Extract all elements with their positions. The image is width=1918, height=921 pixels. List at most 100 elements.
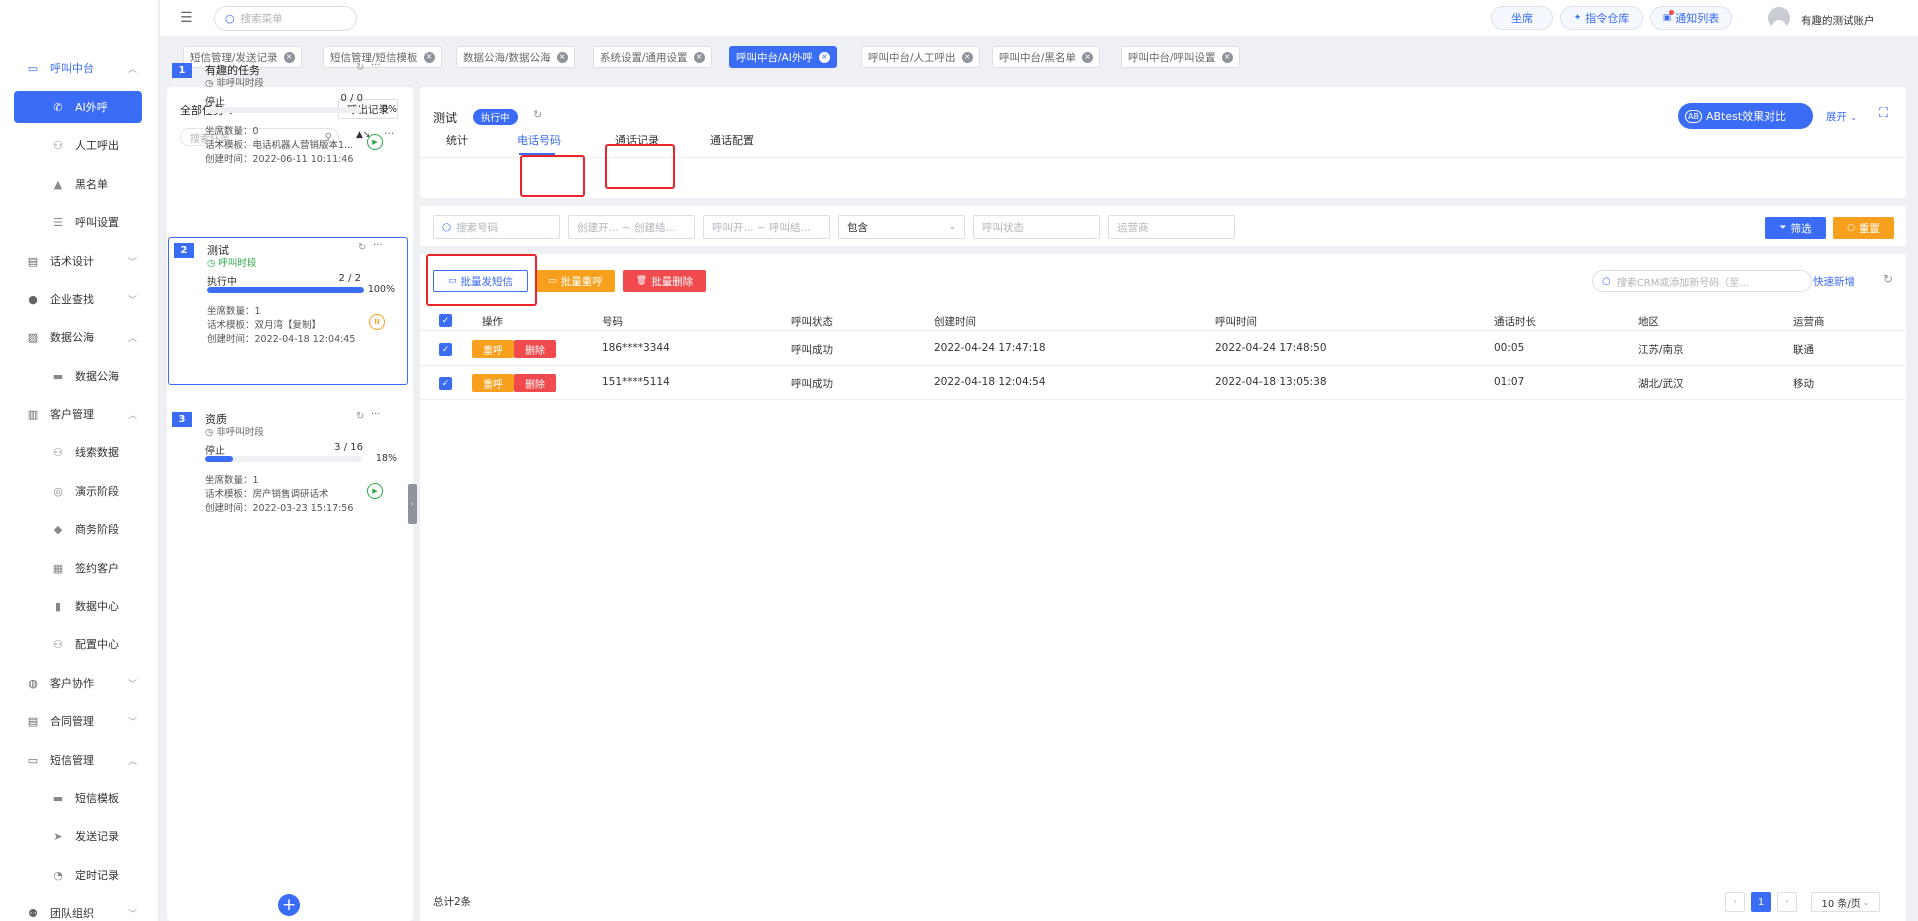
sidebar-item-16[interactable]: ◍ 客户协作 ﹀ — [0, 668, 159, 698]
delete-button[interactable]: 删除 — [514, 340, 556, 358]
sidebar-item-5[interactable]: ▤ 话术设计 ﹀ — [0, 246, 159, 276]
close-icon[interactable]: × — [961, 51, 973, 63]
recall-button[interactable]: 重呼 — [472, 374, 514, 392]
sidebar-item-2[interactable]: ⚇ 人工呼出 — [0, 130, 159, 160]
monitor-icon: ▭ — [27, 61, 39, 75]
search-number-input[interactable]: ○ 搜索号码 — [433, 215, 560, 239]
call-time-range[interactable]: 呼叫开... ~ 呼叫结... — [703, 215, 830, 239]
row-checkbox[interactable]: ✓ — [439, 377, 452, 390]
tab-4[interactable]: 呼叫中台/AI外呼 × — [729, 46, 837, 68]
sidebar-item-label: 黑名单 — [75, 178, 108, 191]
more-icon[interactable]: ··· — [371, 60, 381, 71]
close-icon[interactable]: × — [693, 51, 705, 63]
seat-button[interactable]: 坐席 — [1491, 6, 1553, 30]
tab-2[interactable]: 数据公海/数据公海 × — [456, 46, 575, 68]
row-checkbox[interactable]: ✓ — [439, 343, 452, 356]
task-card[interactable]: 2 测试 ◷ 呼叫时段 ↻ ··· 执行中 2 / 2 100% 坐席数量：1 话术模板：双月湾【… — [168, 237, 408, 385]
sidebar-item-18[interactable]: ▭ 短信管理 ︿ — [0, 745, 159, 775]
fullscreen-icon[interactable]: ⛶ — [1879, 106, 1888, 121]
play-icon[interactable]: ▶ — [367, 483, 383, 499]
tab-3[interactable]: 系统设置/通用设置 × — [593, 46, 712, 68]
id-card-icon: ▥ — [27, 407, 39, 421]
close-icon[interactable]: × — [818, 51, 830, 63]
refresh-icon[interactable]: ↻ — [533, 108, 542, 121]
sidebar-item-0[interactable]: ▭ 呼叫中台 ︿ — [0, 53, 159, 83]
sidebar-item-13[interactable]: ▦ 签约客户 — [0, 553, 159, 583]
sidebar-item-9[interactable]: ▥ 客户管理 ︿ — [0, 399, 159, 429]
more-icon[interactable]: ··· — [371, 409, 381, 420]
number-table-panel: ▭ 批量发短信 ▭ 批量重呼 🗑 批量删除 ○ 搜索CRM或添加新号码（至...… — [420, 254, 1906, 921]
task-status: 停止 — [205, 446, 225, 457]
refresh-icon[interactable]: ↻ — [356, 411, 364, 422]
task-card[interactable]: 1 有趣的任务 ◷ 非呼叫时段 ↻ ··· 停止 0 / 0 0% 坐席数量：0 话术模板：电话机… — [167, 57, 409, 205]
tab-7[interactable]: 呼叫中台/呼叫设置 × — [1121, 46, 1240, 68]
refresh-icon[interactable]: ↻ — [358, 242, 366, 253]
tab-statistics[interactable]: 统计 — [446, 132, 468, 148]
sidebar-item-label: 数据中心 — [75, 600, 119, 613]
tab-phone-numbers[interactable]: 电话号码 — [517, 132, 561, 148]
sidebar-item-label: 演示阶段 — [75, 485, 119, 498]
notice-list-button[interactable]: ▣ 通知列表 — [1650, 6, 1732, 30]
reset-button[interactable]: ○ 重置 — [1833, 217, 1894, 239]
avatar[interactable] — [1768, 7, 1790, 29]
select-all-checkbox[interactable]: ✓ — [439, 314, 452, 327]
tab-5[interactable]: 呼叫中台/人工呼出 × — [861, 46, 980, 68]
column-header[interactable]: 创建时间 — [934, 314, 976, 329]
command-lib-button[interactable]: ✦ 指令仓库 — [1560, 6, 1643, 30]
close-icon[interactable]: × — [423, 51, 435, 63]
filter-button[interactable]: ⏷ 筛选 — [1765, 217, 1826, 239]
sidebar-item-20[interactable]: ➤ 发送记录 — [0, 821, 159, 851]
sidebar-item-15[interactable]: ⚇ 配置中心 — [0, 629, 159, 659]
refresh-icon[interactable]: ↻ — [356, 62, 364, 73]
close-icon[interactable]: × — [556, 51, 568, 63]
sidebar-item-6[interactable]: ● 企业查找 ﹀ — [0, 284, 159, 314]
sidebar-item-7[interactable]: ▨ 数据公海 ︿ — [0, 322, 159, 352]
menu-search-input[interactable]: ○ 搜索菜单 — [214, 6, 357, 31]
sidebar-item-22[interactable]: ⚉ 团队组织 ﹀ — [0, 898, 159, 921]
call-status-select[interactable]: 呼叫状态 — [973, 215, 1100, 239]
delete-button[interactable]: 删除 — [514, 374, 556, 392]
tab-call-config[interactable]: 通话配置 — [710, 132, 754, 148]
pause-icon[interactable]: II — [369, 314, 385, 330]
sidebar-item-11[interactable]: ◎ 演示阶段 — [0, 476, 159, 506]
next-page-button[interactable]: › — [1777, 892, 1797, 912]
collapse-menu-icon[interactable]: ☰ — [180, 10, 193, 26]
sidebar-item-8[interactable]: ▬ 数据公海 — [0, 361, 159, 391]
contains-select[interactable]: 包含 ⌄ — [838, 215, 965, 239]
tab-6[interactable]: 呼叫中台/黑名单 × — [992, 46, 1101, 68]
page-size-select[interactable]: 10 条/页 ⌄ — [1811, 892, 1880, 912]
page-button[interactable]: 1 — [1751, 892, 1771, 912]
sidebar-item-14[interactable]: ▮ 数据中心 — [0, 591, 159, 621]
sidebar-item-12[interactable]: ◆ 商务阶段 — [0, 514, 159, 544]
panel-collapse-handle[interactable]: ‹ — [408, 484, 417, 524]
add-task-button[interactable]: + — [278, 894, 300, 916]
column-header[interactable]: 运营商 — [1793, 314, 1825, 329]
sidebar-item-4[interactable]: ☰ 呼叫设置 — [0, 207, 159, 237]
sidebar-item-21[interactable]: ◔ 定时记录 — [0, 860, 159, 890]
expand-toggle[interactable]: 展开 ⌄ — [1826, 109, 1857, 124]
more-icon[interactable]: ··· — [373, 240, 383, 251]
task-card[interactable]: 3 资质 ◷ 非呼叫时段 ↻ ··· 停止 3 / 16 18% 坐席数量：1 话术模板：房产销售… — [167, 406, 409, 554]
column-header[interactable]: 操作 — [482, 314, 503, 329]
sidebar-item-17[interactable]: ▤ 合同管理 ﹀ — [0, 706, 159, 736]
account-name[interactable]: 有趣的测试账户 — [1801, 13, 1875, 28]
column-header[interactable]: 号码 — [602, 314, 623, 329]
carrier-select[interactable]: 运营商 — [1108, 215, 1235, 239]
create-time-range[interactable]: 创建开... ~ 创建结... — [568, 215, 695, 239]
close-icon[interactable]: × — [1221, 51, 1233, 63]
doc-icon: ▦ — [52, 561, 64, 575]
column-header[interactable]: 呼叫时间 — [1215, 314, 1257, 329]
play-icon[interactable]: ▶ — [367, 134, 383, 150]
sidebar-item-10[interactable]: ⚇ 线索数据 — [0, 437, 159, 467]
close-icon[interactable]: × — [1082, 51, 1094, 63]
cell-region: 湖北/武汉 — [1638, 378, 1684, 390]
sidebar-item-1[interactable]: ✆ AI外呼 — [14, 91, 142, 123]
sidebar-item-3[interactable]: ▲ 黑名单 — [0, 169, 159, 199]
column-header[interactable]: 呼叫状态 — [791, 314, 833, 329]
column-header[interactable]: 地区 — [1638, 314, 1659, 329]
column-header[interactable]: 通话时长 — [1494, 314, 1536, 329]
prev-page-button[interactable]: ‹ — [1725, 892, 1745, 912]
recall-button[interactable]: 重呼 — [472, 340, 514, 358]
sidebar-item-19[interactable]: ▬ 短信模板 — [0, 783, 159, 813]
chevron-down-icon: ﹀ — [127, 679, 137, 690]
